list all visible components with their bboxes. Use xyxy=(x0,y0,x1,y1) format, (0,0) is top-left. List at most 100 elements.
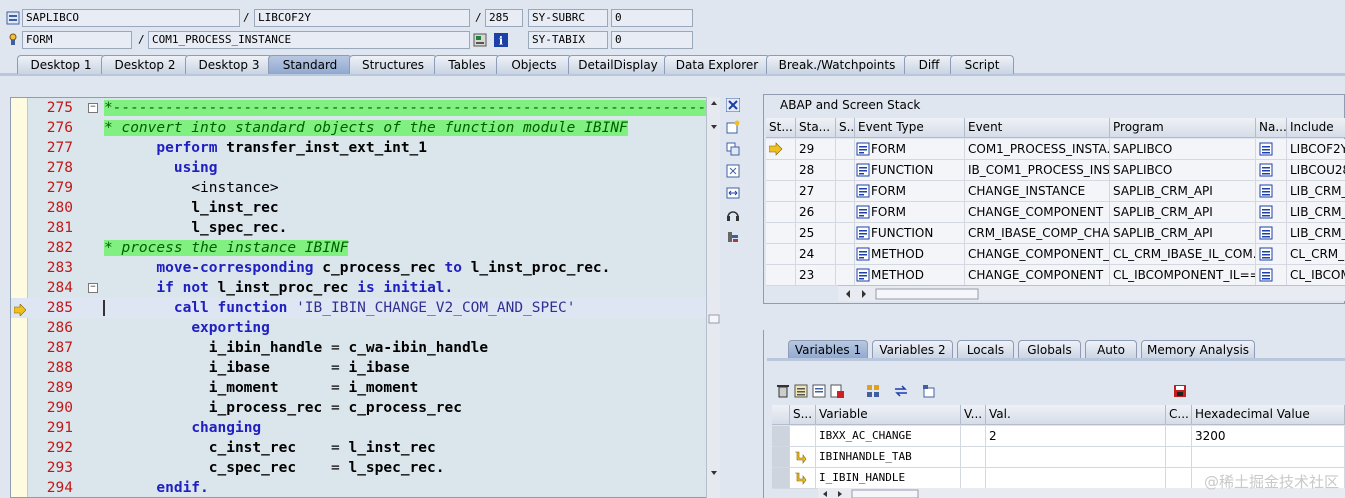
maximize-icon[interactable] xyxy=(726,164,740,178)
tab-desktop-1[interactable]: Desktop 1 xyxy=(17,55,105,74)
navigate-icon[interactable] xyxy=(1259,268,1273,282)
var-c[interactable] xyxy=(1166,447,1192,468)
stack-program[interactable]: CL_IBCOMPONENT_IL==... xyxy=(1110,265,1256,286)
breakpoint-slot[interactable] xyxy=(13,418,27,438)
breakpoint-slot[interactable] xyxy=(13,478,27,497)
breakpoint-slot[interactable] xyxy=(13,438,27,458)
split-icon[interactable] xyxy=(726,142,740,156)
stack-include[interactable]: LIB_CRM_ xyxy=(1287,223,1345,244)
var-c[interactable] xyxy=(1166,468,1192,489)
stack-event-type[interactable]: METHOD xyxy=(855,244,965,265)
navigate-icon[interactable] xyxy=(1259,205,1273,219)
event-type-field[interactable]: FORM xyxy=(22,31,132,49)
stack-nav[interactable] xyxy=(1256,244,1287,265)
tab-desktop-2[interactable]: Desktop 2 xyxy=(101,55,189,74)
stack-include[interactable]: CL_IBCOM xyxy=(1287,265,1345,286)
tab-var-1[interactable]: Variables 2 xyxy=(872,340,953,359)
breakpoint-slot[interactable] xyxy=(13,138,27,158)
stack-indicator[interactable] xyxy=(766,223,796,244)
stack-column-header[interactable]: Event Type xyxy=(855,118,965,138)
tab-var-2[interactable]: Locals xyxy=(957,340,1014,359)
stack-program[interactable]: SAPLIB_CRM_API xyxy=(1110,181,1256,202)
stack-level[interactable]: 26 xyxy=(796,202,836,223)
navigate-icon[interactable] xyxy=(1259,247,1273,261)
tab-diff[interactable]: Diff xyxy=(904,55,954,74)
fold-toggle-icon[interactable]: − xyxy=(88,283,98,293)
sysvar-field-1[interactable]: SY-SUBRC xyxy=(528,9,608,27)
var-hex[interactable] xyxy=(1192,447,1345,468)
headset-icon[interactable] xyxy=(726,208,740,222)
sysval-field-1[interactable]: 0 xyxy=(611,9,693,27)
breakpoint-slot[interactable] xyxy=(13,398,27,418)
stack-event[interactable]: CHANGE_COMPONENT xyxy=(965,265,1110,286)
stack-s[interactable] xyxy=(836,181,855,202)
navigate-icon[interactable] xyxy=(1259,184,1273,198)
program-field[interactable]: SAPLIBCO xyxy=(22,9,240,27)
breakpoint-slot[interactable] xyxy=(13,338,27,358)
stack-program[interactable]: SAPLIBCO xyxy=(1110,139,1256,160)
stack-column-header[interactable]: Include xyxy=(1287,118,1345,138)
stack-include[interactable]: LIB_CRM_ xyxy=(1287,202,1345,223)
stack-event[interactable]: CHANGE_INSTANCE xyxy=(965,181,1110,202)
var-status[interactable] xyxy=(790,468,816,489)
stack-event-type[interactable]: FORM xyxy=(855,139,965,160)
sysvar-field-2[interactable]: SY-TABIX xyxy=(528,31,608,49)
navigate-icon[interactable] xyxy=(1259,226,1273,240)
stack-column-header[interactable]: St... xyxy=(766,118,796,138)
save-list-icon[interactable] xyxy=(794,384,808,398)
var-column-header[interactable]: V... xyxy=(961,405,986,425)
delete-icon[interactable] xyxy=(776,384,790,398)
stack-s[interactable] xyxy=(836,244,855,265)
breakpoint-slot[interactable] xyxy=(13,238,27,258)
navigate-icon[interactable] xyxy=(1259,142,1273,156)
new-window-icon[interactable] xyxy=(726,120,740,134)
line-field[interactable]: 285 xyxy=(485,9,523,27)
stack-nav[interactable] xyxy=(1256,181,1287,202)
var-v[interactable] xyxy=(961,447,986,468)
tab-data-explorer[interactable]: Data Explorer xyxy=(664,55,770,74)
hierarchy-icon[interactable] xyxy=(866,384,880,398)
breakpoint-slot[interactable] xyxy=(13,98,27,118)
stack-include[interactable]: LIBCOF2Y xyxy=(1287,139,1345,160)
stack-event-type[interactable]: FUNCTION xyxy=(855,160,965,181)
stack-event[interactable]: COM1_PROCESS_INSTA... xyxy=(965,139,1110,160)
row-selector[interactable] xyxy=(772,468,790,489)
stack-level[interactable]: 25 xyxy=(796,223,836,244)
breakpoint-slot[interactable] xyxy=(13,218,27,238)
stack-s[interactable] xyxy=(836,223,855,244)
var-value[interactable]: 2 xyxy=(986,426,1166,447)
tab-breakpoints[interactable]: Break./Watchpoints xyxy=(766,55,908,74)
breakpoint-slot[interactable] xyxy=(13,378,27,398)
tab-var-4[interactable]: Auto xyxy=(1085,340,1137,359)
tab-var-0[interactable]: Variables 1 xyxy=(788,340,868,359)
stack-include[interactable]: LIBCOU28 xyxy=(1287,160,1345,181)
stack-level[interactable]: 27 xyxy=(796,181,836,202)
tab-desktop-3[interactable]: Desktop 3 xyxy=(185,55,273,74)
var-value[interactable] xyxy=(986,468,1166,489)
stack-column-header[interactable]: S... xyxy=(836,118,855,138)
var-status[interactable] xyxy=(790,426,816,447)
stack-s[interactable] xyxy=(836,160,855,181)
fold-toggle-icon[interactable]: − xyxy=(88,103,98,113)
var-hex[interactable]: 3200 xyxy=(1192,426,1345,447)
tab-script[interactable]: Script xyxy=(950,55,1014,74)
stack-nav[interactable] xyxy=(1256,223,1287,244)
var-column-header[interactable]: Hexadecimal Value xyxy=(1192,405,1345,425)
stack-level[interactable]: 23 xyxy=(796,265,836,286)
tab-var-3[interactable]: Globals xyxy=(1018,340,1081,359)
include-field[interactable]: LIBCOF2Y xyxy=(254,9,470,27)
tab-objects[interactable]: Objects xyxy=(496,55,572,74)
var-value[interactable] xyxy=(986,447,1166,468)
stack-include[interactable]: LIB_CRM_ xyxy=(1287,181,1345,202)
var-c[interactable] xyxy=(1166,426,1192,447)
stack-event-type[interactable]: FORM xyxy=(855,181,965,202)
event-name-field[interactable]: COM1_PROCESS_INSTANCE xyxy=(148,31,470,49)
stack-indicator[interactable] xyxy=(766,202,796,223)
stack-event-type[interactable]: FUNCTION xyxy=(855,223,965,244)
var-name[interactable]: I_IBIN_HANDLE xyxy=(816,468,961,489)
tools-icon[interactable] xyxy=(726,230,740,244)
stack-program[interactable]: SAPLIB_CRM_API xyxy=(1110,202,1256,223)
scroll-arrows[interactable] xyxy=(707,97,721,498)
stack-event[interactable]: IB_COM1_PROCESS_INS... xyxy=(965,160,1110,181)
stack-column-header[interactable]: Sta... xyxy=(796,118,836,138)
